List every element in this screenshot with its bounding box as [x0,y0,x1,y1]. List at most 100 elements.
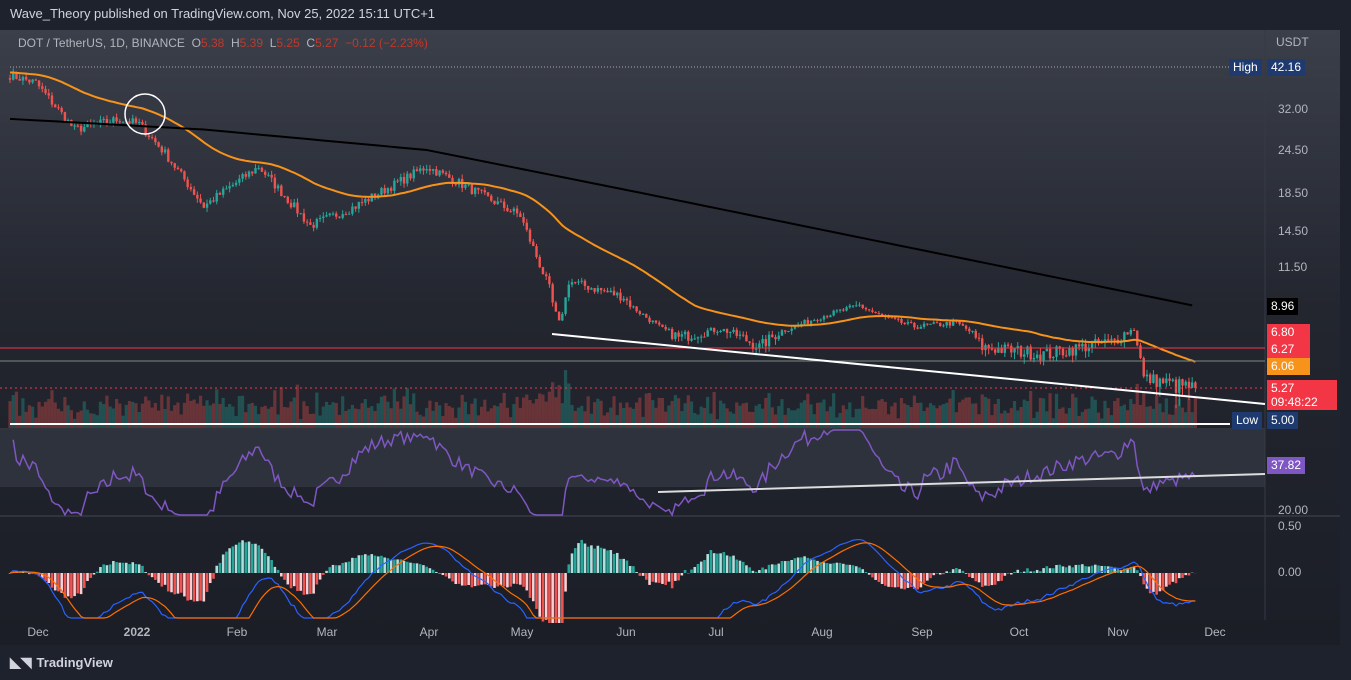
candle [41,86,44,89]
macd-tick: 0.50 [1278,519,1302,533]
volume-bar [851,417,855,428]
candle [677,332,680,337]
symbol-name[interactable]: DOT / TetherUS, 1D, BINANCE [18,36,185,50]
candle [1158,378,1162,387]
macd-histogram-bar [70,573,73,599]
volume-bar [954,412,958,428]
macd-histogram-bar [916,573,919,590]
candle [83,127,86,132]
price-tick: 24.50 [1278,143,1308,157]
macd-histogram-bar [499,573,503,586]
candle [903,322,906,324]
macd-histogram-bar [774,564,777,573]
macd-histogram-bar [577,543,580,573]
macd-histogram-bar [709,550,713,573]
macd-histogram-bar [212,573,215,579]
candle [486,192,490,196]
candle [861,304,864,309]
candle [603,290,606,292]
candle [490,195,493,201]
candle [1190,382,1194,388]
macd-histogram-bar [528,573,532,598]
candle [745,335,748,342]
candle [845,307,848,311]
candle [867,309,871,311]
candle [1181,379,1184,386]
chart-canvas[interactable]: USDT 32.00 24.50 18.50 14.50 11.50 20.00 0.5… [0,0,1351,680]
candle [1139,345,1142,359]
candle [719,330,722,332]
macd-histogram-bar [286,573,290,585]
macd-histogram-bar [877,573,881,583]
macd-histogram-bar [573,548,577,573]
macd-histogram-bar [951,569,955,573]
macd-histogram-bar [661,573,664,584]
macd-histogram-bar [344,562,348,573]
macd-histogram-bar [1071,567,1074,573]
candle [700,336,703,338]
volume-bar [796,408,800,428]
volume-bar [1016,410,1020,428]
macd-histogram-bar [477,573,480,586]
candle [189,187,193,190]
macd-histogram-bar [208,573,212,584]
volume-bar [767,393,771,428]
macd-histogram-bar [890,573,894,588]
volume-bar [748,411,752,428]
candle [1107,339,1110,341]
volume-bar [163,408,167,428]
macd-histogram-bar [586,546,590,573]
time-tick: Feb [227,625,248,639]
volume-bar [631,408,635,428]
currency-label: USDT [1276,35,1309,49]
candle [150,137,154,139]
macd-histogram-bar [777,563,781,573]
candle [1187,381,1191,388]
volume-bar [922,410,926,428]
macd-histogram-bar [628,565,632,573]
candle [1090,342,1094,348]
tradingview-logo[interactable]: ◣◥ TradingView [10,654,113,671]
macd-histogram-bar [1152,573,1155,592]
macd-histogram-bar [176,573,180,594]
volume-bar [85,409,90,428]
volume-bar [69,410,73,428]
rsi-tick: 20.00 [1278,503,1308,517]
macd-histogram-bar [690,569,693,573]
macd-histogram-bar [1171,573,1175,582]
macd-histogram-bar [228,548,231,573]
macd-histogram-bar [968,573,971,577]
candle [648,317,651,323]
candle [554,302,558,312]
candle [1174,379,1178,393]
candle [509,211,512,213]
candle [209,200,212,204]
price-tick: 14.50 [1278,224,1308,238]
volume-bar [696,414,700,428]
volume-bar [870,408,875,428]
macd-histogram-bar [170,573,173,593]
candle [706,330,709,337]
volume-bar [935,408,939,428]
candle [557,311,561,321]
volume-bar [1125,410,1130,428]
candle [1006,344,1010,346]
level-tag: 6.27 [1267,341,1310,358]
trendline[interactable] [551,333,1266,405]
volume-bar [318,415,322,428]
macd-histogram-bar [1013,572,1016,573]
candle [809,320,813,324]
macd-histogram-bar [880,573,884,584]
candle [780,330,784,336]
macd-histogram-bar [651,573,655,582]
volume-bar [1029,390,1033,428]
macd-histogram-bar [735,559,739,573]
macd-histogram-bar [664,573,667,585]
candle [871,310,874,312]
candle [712,328,716,332]
volume-bar [551,382,555,428]
macd-histogram-bar [1161,573,1165,591]
macd-histogram-bar [641,573,645,576]
macd-histogram-bar [670,573,674,589]
macd-histogram-bar [638,573,642,576]
